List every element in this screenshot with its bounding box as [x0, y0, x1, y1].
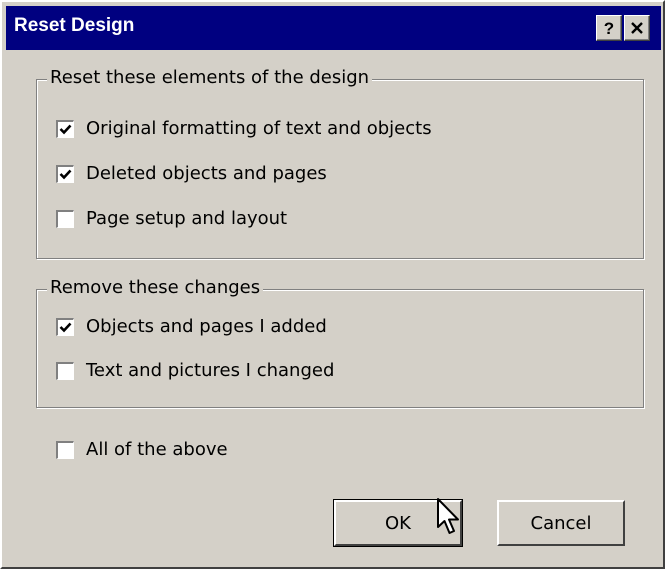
checkbox-box[interactable]: [56, 440, 74, 459]
checkbox-page-setup[interactable]: Page setup and layout: [56, 208, 287, 229]
checkbox-box[interactable]: [56, 361, 74, 380]
checkbox-label: Text and pictures I changed: [86, 360, 335, 381]
checkbox-objects-added[interactable]: Objects and pages I added: [56, 316, 327, 337]
close-icon: [631, 22, 643, 34]
help-button[interactable]: ?: [596, 15, 622, 41]
checkbox-box[interactable]: [56, 209, 74, 228]
checkbox-text-pictures-changed[interactable]: Text and pictures I changed: [56, 360, 334, 381]
checkbox-box[interactable]: [56, 164, 74, 183]
remove-changes-legend: Remove these changes: [47, 277, 264, 298]
checkbox-box[interactable]: [56, 119, 74, 138]
dialog-title: Reset Design: [14, 15, 135, 36]
checkbox-label: All of the above: [86, 439, 228, 460]
arrow-cursor-icon: [437, 498, 459, 534]
checkbox-box[interactable]: [56, 317, 74, 336]
title-bar[interactable]: Reset Design ?: [6, 6, 661, 50]
checkbox-all-of-above[interactable]: All of the above: [56, 439, 228, 460]
close-button[interactable]: [624, 15, 650, 41]
checkmark-icon: [59, 124, 72, 134]
checkmark-icon: [59, 169, 72, 179]
checkmark-icon: [59, 322, 72, 332]
checkbox-deleted-objects[interactable]: Deleted objects and pages: [56, 163, 327, 184]
checkbox-original-formatting[interactable]: Original formatting of text and objects: [56, 118, 432, 139]
remove-changes-group: Remove these changes: [36, 277, 644, 408]
reset-design-dialog: Reset Design ? Reset these elements of t…: [0, 0, 665, 569]
checkbox-label: Objects and pages I added: [86, 316, 327, 337]
checkbox-label: Page setup and layout: [86, 208, 288, 229]
cancel-button[interactable]: Cancel: [497, 500, 625, 546]
checkbox-label: Original formatting of text and objects: [86, 118, 432, 139]
reset-elements-legend: Reset these elements of the design: [47, 67, 373, 88]
checkbox-label: Deleted objects and pages: [86, 163, 327, 184]
